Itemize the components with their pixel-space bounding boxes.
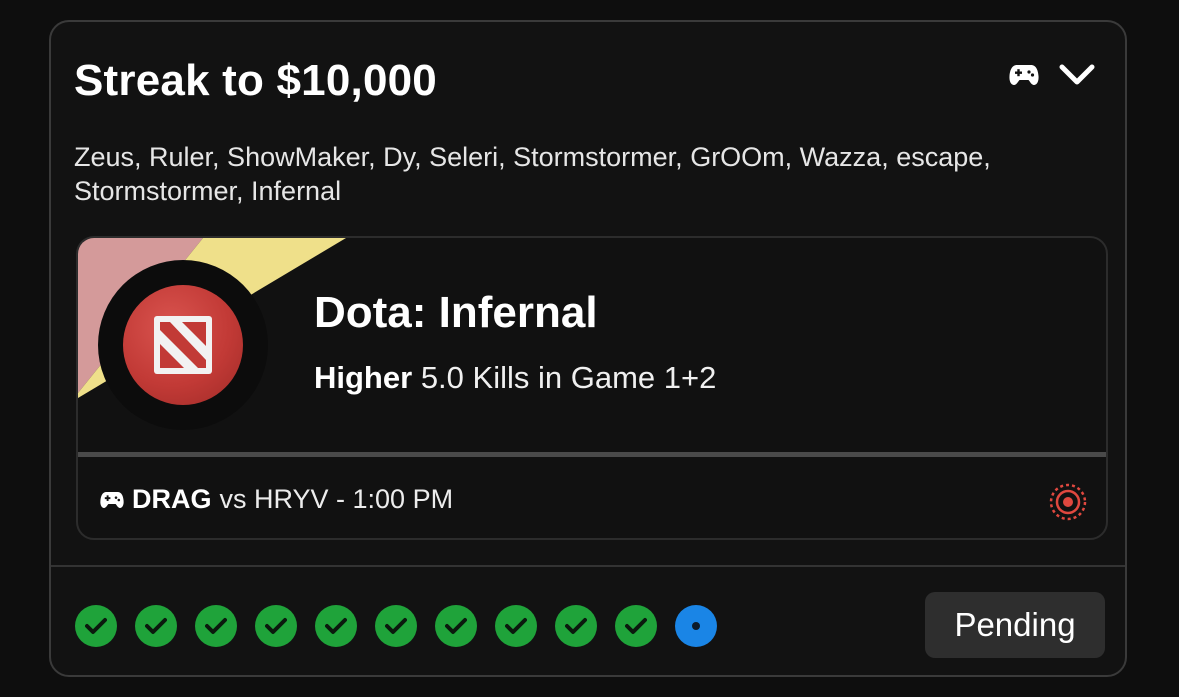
pending-status-button[interactable]: Pending	[925, 592, 1105, 658]
streak-win-check-icon	[315, 605, 357, 647]
header-actions	[1009, 64, 1095, 86]
streak-win-check-icon	[375, 605, 417, 647]
pick-direction: Higher	[314, 360, 413, 395]
streak-win-check-icon	[135, 605, 177, 647]
dota-logo-icon	[123, 285, 243, 405]
pick-stat: 5.0 Kills in Game 1+2	[420, 360, 717, 395]
streak-card: Streak to $10,000 Zeus, Ruler, ShowMaker…	[49, 20, 1127, 677]
gamepad-icon[interactable]	[1009, 64, 1039, 86]
pick-line: Higher 5.0 Kills in Game 1+2	[314, 360, 716, 396]
gamepad-small-icon	[100, 491, 124, 508]
streak-win-check-icon	[615, 605, 657, 647]
chevron-down-icon[interactable]	[1059, 64, 1095, 86]
streak-win-check-icon	[435, 605, 477, 647]
team-name: DRAG	[132, 484, 212, 514]
pick-card[interactable]: Dota: Infernal Higher 5.0 Kills in Game …	[76, 236, 1108, 540]
streak-pending-dot-icon	[675, 605, 717, 647]
streak-win-check-icon	[555, 605, 597, 647]
target-icon[interactable]	[1048, 482, 1088, 527]
divider	[51, 565, 1125, 567]
match-info: DRAG vs HRYV - 1:00 PM	[100, 484, 453, 515]
streak-win-check-icon	[195, 605, 237, 647]
streak-win-check-icon	[495, 605, 537, 647]
players-list: Zeus, Ruler, ShowMaker, Dy, Seleri, Stor…	[74, 142, 991, 206]
streak-win-check-icon	[255, 605, 297, 647]
card-title: Streak to $10,000	[74, 56, 437, 105]
pick-progress-track	[78, 452, 1106, 457]
match-details: vs HRYV - 1:00 PM	[219, 484, 454, 514]
streak-win-check-icon	[75, 605, 117, 647]
pick-title: Dota: Infernal	[314, 288, 598, 337]
streak-results	[75, 605, 717, 647]
